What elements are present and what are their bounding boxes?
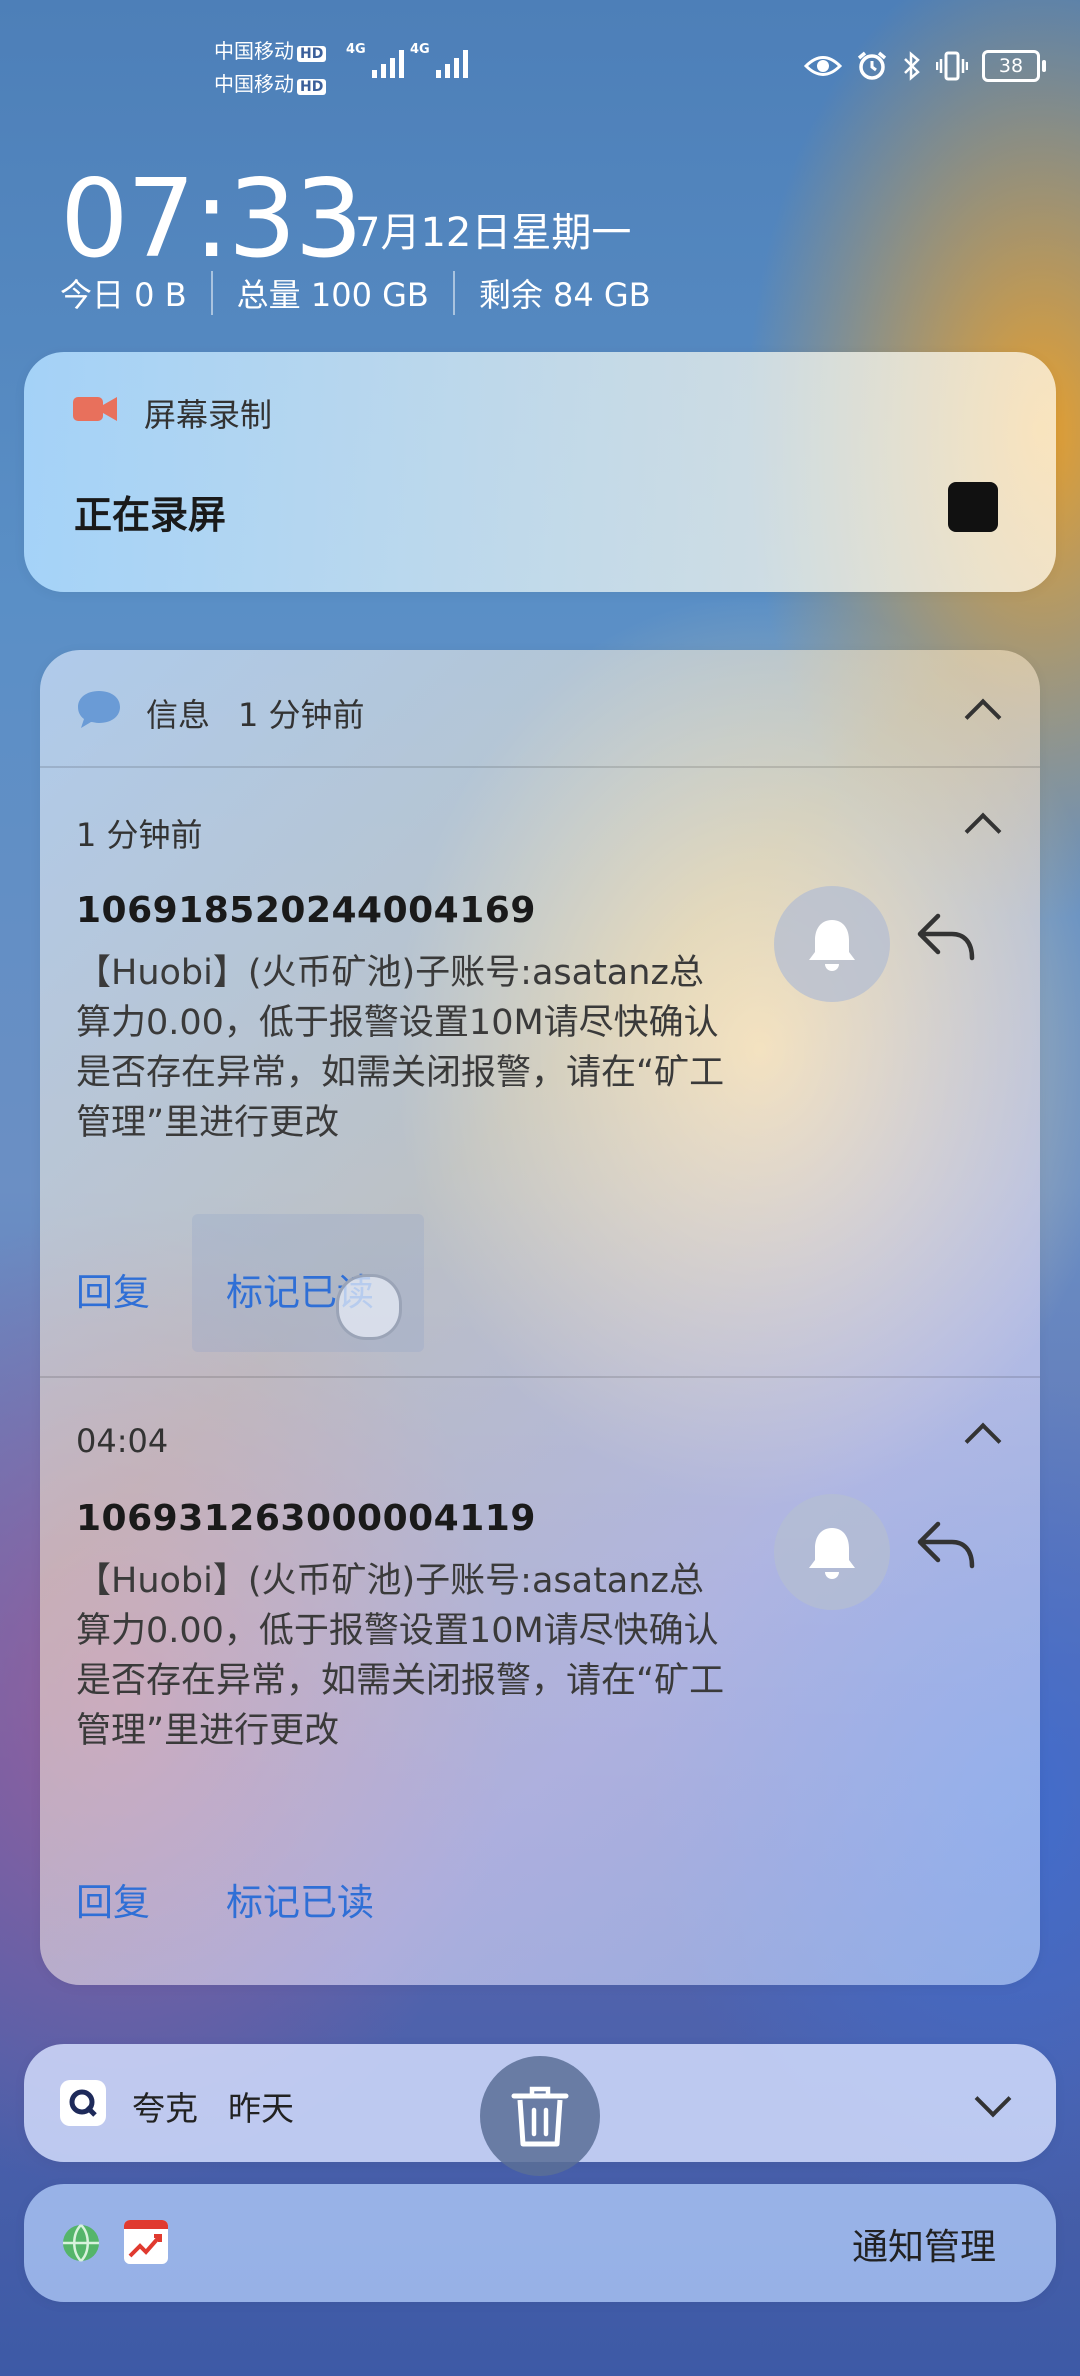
reply-button[interactable]: 回复 [76, 1872, 150, 1926]
clock-date: 7月12日星期一 [355, 210, 632, 256]
carrier-info: 中国移动 HD 中国移动 HD [214, 36, 327, 102]
data-usage: 今日 0 B 总量 100 GB 剩余 84 GB [60, 270, 651, 316]
stop-recording-button[interactable] [948, 482, 998, 532]
quark-app-icon [60, 2080, 106, 2126]
data-remaining: 剩余 84 GB [478, 276, 651, 314]
divider [40, 1376, 1040, 1378]
message-time: 04:04 [76, 1422, 169, 1460]
quark-time: 昨天 [228, 2089, 294, 2128]
touch-indicator [336, 1274, 402, 1340]
messages-notification-group[interactable]: 信息 1 分钟前 1 分钟前 10691852024400416​9 【Huob… [40, 650, 1040, 1985]
screen-record-app-name: 屏幕录制 [144, 396, 273, 434]
vibrate-icon [936, 51, 968, 81]
message-body: 【Huobi】(火币矿池)子账号:asatanz总算力0.00，低于报警设置10… [76, 953, 725, 1143]
hd-badge: HD [297, 79, 327, 95]
video-camera-icon [73, 397, 117, 421]
hd-badge: HD [297, 46, 327, 62]
mute-button[interactable] [774, 886, 890, 1002]
battery-icon: 38 [982, 50, 1046, 82]
screen-record-notification[interactable]: 屏幕录制 正在录屏 [24, 352, 1056, 592]
collapse-message-chevron-icon[interactable] [964, 812, 1002, 850]
carrier-2: 中国移动 [214, 72, 294, 96]
stock-app-icon [124, 2220, 168, 2264]
message-sender: 1069312630000041​19 [76, 1498, 536, 1539]
screen-record-status: 正在录屏 [74, 493, 227, 537]
bell-icon [809, 1528, 855, 1579]
data-total: 总量 100 GB [236, 276, 429, 314]
trash-icon [511, 2086, 569, 2147]
mark-read-button[interactable]: 标记已读 [226, 1872, 374, 1926]
carrier-1: 中国移动 [214, 39, 294, 63]
message-time: 1 分钟前 [76, 816, 203, 854]
divider [452, 271, 455, 315]
collapse-group-chevron-icon[interactable] [964, 698, 1002, 736]
bell-icon [809, 920, 855, 971]
collapse-message-chevron-icon[interactable] [964, 1422, 1002, 1460]
clock-time: 07:33 [60, 157, 363, 282]
clear-all-button[interactable] [480, 2056, 600, 2176]
divider [40, 766, 1040, 768]
expand-chevron-icon[interactable] [974, 2080, 1012, 2118]
signal-icon: 4G [346, 42, 404, 78]
message-bubble-icon [78, 691, 120, 728]
messages-app-name: 信息 [146, 696, 211, 734]
quark-app-name: 夸克 [132, 2089, 198, 2128]
notification-manage-bar: 通知管理 [24, 2184, 1056, 2302]
bluetooth-icon [904, 51, 920, 81]
reply-arrow-icon[interactable] [916, 1520, 976, 1570]
reply-button[interactable]: 回复 [76, 1262, 150, 1316]
alarm-icon [857, 51, 887, 80]
globe-icon [63, 2224, 99, 2262]
messages-group-time: 1 分钟前 [238, 696, 365, 734]
eye-icon [804, 56, 842, 76]
mute-button[interactable] [774, 1494, 890, 1610]
divider [210, 271, 213, 315]
reply-arrow-icon[interactable] [916, 912, 976, 962]
status-bar: 中国移动 HD 中国移动 HD 4G 4G 38 [0, 0, 1080, 120]
notification-manage-button[interactable]: 通知管理 [852, 2218, 996, 2270]
data-today: 今日 0 B [60, 276, 187, 314]
signal-icon: 4G [410, 42, 468, 78]
message-sender: 10691852024400416​9 [76, 890, 536, 931]
message-body: 【Huobi】(火币矿池)子账号:asatanz总算力0.00，低于报警设置10… [76, 1561, 725, 1751]
